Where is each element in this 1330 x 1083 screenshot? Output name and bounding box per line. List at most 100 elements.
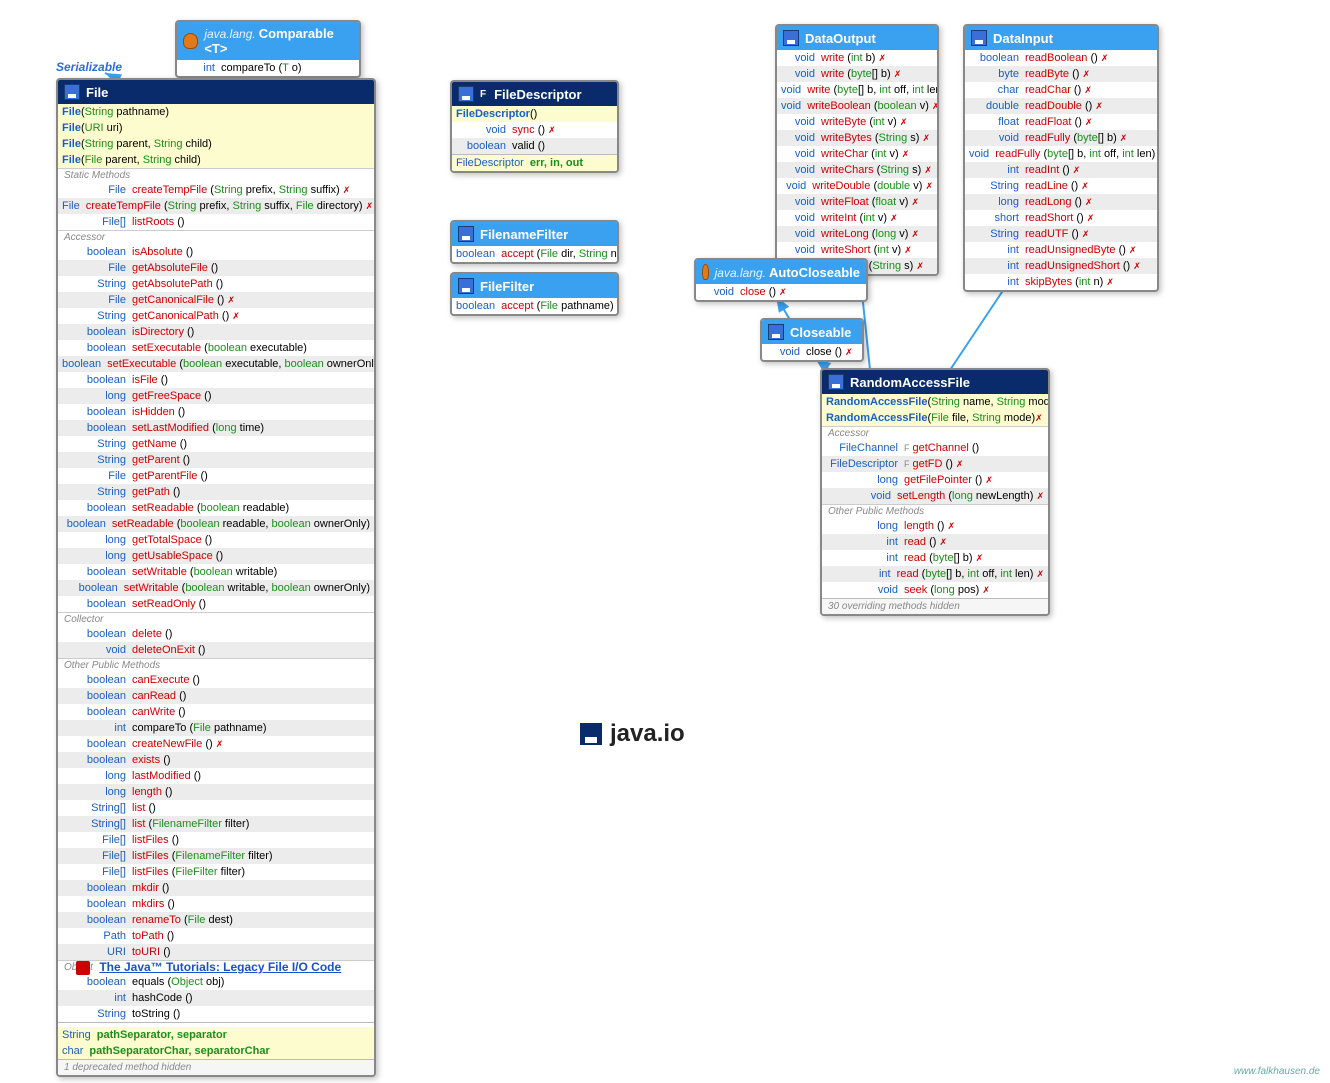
disk-icon	[828, 374, 844, 390]
method-row: voidwrite (byte[] b, int off, int len) ✗	[777, 82, 937, 98]
constructor-row: File (File parent, String child)	[58, 152, 374, 168]
method-row: longgetUsableSpace ()	[58, 548, 374, 564]
method-row: inthashCode ()	[58, 990, 374, 1006]
method-row: voidwriteShort (int v) ✗	[777, 242, 937, 258]
disk-icon	[768, 324, 784, 340]
constructor-row: RandomAccessFile (File file, String mode…	[822, 410, 1048, 426]
method-row: booleansetWritable (boolean writable)	[58, 564, 374, 580]
constructor-row: FileDescriptor ()	[452, 106, 617, 122]
method-row: intreadUnsignedByte () ✗	[965, 242, 1157, 258]
attribution: www.falkhausen.de	[1234, 1066, 1320, 1077]
method-row: PathtoPath ()	[58, 928, 374, 944]
box-header: File	[58, 80, 374, 104]
method-row: booleansetLastModified (long time)	[58, 420, 374, 436]
method-row: intskipBytes (int n) ✗	[965, 274, 1157, 290]
method-row: StringreadUTF () ✗	[965, 226, 1157, 242]
method-row: File[]listRoots ()	[58, 214, 374, 230]
fields: String pathSeparator, separatorchar path…	[58, 1027, 374, 1059]
method-row: FilecreateTempFile (String prefix, Strin…	[58, 182, 374, 198]
oracle-icon	[76, 961, 90, 975]
method-row: String[]list ()	[58, 800, 374, 816]
method-row: File[]listFiles ()	[58, 832, 374, 848]
method-row: booleansetReadable (boolean readable)	[58, 500, 374, 516]
method-row: String[]list (FilenameFilter filter)	[58, 816, 374, 832]
method-row: voidseek (long pos) ✗	[822, 582, 1048, 598]
method-row: FilegetCanonicalFile () ✗	[58, 292, 374, 308]
method-row: FilecreateTempFile (String prefix, Strin…	[58, 198, 374, 214]
method-row: longgetTotalSpace ()	[58, 532, 374, 548]
method-row: booleanrenameTo (File dest)	[58, 912, 374, 928]
disk-icon	[458, 226, 474, 242]
method-row: booleansetExecutable (boolean executable…	[58, 356, 374, 372]
rows: intcompareTo (T o)	[177, 60, 359, 76]
section-label: Static Methods	[58, 168, 374, 182]
method-row: voidwriteDouble (double v) ✗	[777, 178, 937, 194]
method-row: longgetFilePointer () ✗	[822, 472, 1048, 488]
package-badge: java.io	[580, 720, 685, 748]
section-label: Accessor	[58, 230, 374, 244]
method-row: voidwriteBoolean (boolean v) ✗	[777, 98, 937, 114]
method-row: StringgetName ()	[58, 436, 374, 452]
box-closeable: Closeable voidclose () ✗	[760, 318, 864, 362]
method-row: longgetFreeSpace ()	[58, 388, 374, 404]
method-row: booleancreateNewFile () ✗	[58, 736, 374, 752]
box-filefilter: FileFilter booleanaccept (File pathname)	[450, 272, 619, 316]
method-row: voidwrite (int b) ✗	[777, 50, 937, 66]
box-filedescriptor: F FileDescriptor FileDescriptor () voids…	[450, 80, 619, 173]
constructor-row: File (String parent, String child)	[58, 136, 374, 152]
method-row: longreadLong () ✗	[965, 194, 1157, 210]
method-row: URItoURI ()	[58, 944, 374, 960]
method-row: booleanisHidden ()	[58, 404, 374, 420]
method-row: booleanmkdirs ()	[58, 896, 374, 912]
constructors: File (String pathname)File (URI uri)File…	[58, 104, 374, 168]
section-label: Other Public Methods	[822, 504, 1048, 518]
box-datainput: DataInput booleanreadBoolean () ✗byterea…	[963, 24, 1159, 292]
method-row: StringreadLine () ✗	[965, 178, 1157, 194]
method-row: StringgetCanonicalPath () ✗	[58, 308, 374, 324]
tutorial-link-text[interactable]: The Java™ Tutorials: Legacy File I/O Cod…	[99, 960, 341, 974]
field-row: String pathSeparator, separator	[58, 1027, 374, 1043]
method-row: booleanaccept (File dir, String name)	[452, 246, 617, 262]
method-row: booleanmkdir ()	[58, 880, 374, 896]
method-row: booleandelete ()	[58, 626, 374, 642]
method-row: voiddeleteOnExit ()	[58, 642, 374, 658]
cup-icon	[702, 264, 709, 280]
method-row: bytereadByte () ✗	[965, 66, 1157, 82]
box-file: File File (String pathname)File (URI uri…	[56, 78, 376, 1077]
method-row: voidreadFully (byte[] b, int off, int le…	[965, 146, 1157, 162]
method-row: voidsync () ✗	[452, 122, 617, 138]
method-row: FilegetParentFile ()	[58, 468, 374, 484]
constructor-row: RandomAccessFile (String name, String mo…	[822, 394, 1048, 410]
method-row: booleancanExecute ()	[58, 672, 374, 688]
method-row: longlastModified ()	[58, 768, 374, 784]
method-row: voidwriteInt (int v) ✗	[777, 210, 937, 226]
serializable-label: Serializable	[56, 60, 122, 74]
method-row: voidwriteLong (long v) ✗	[777, 226, 937, 242]
method-row: booleanreadBoolean () ✗	[965, 50, 1157, 66]
method-row: voidclose () ✗	[696, 284, 866, 300]
method-row: booleansetExecutable (boolean executable…	[58, 340, 374, 356]
method-row: voidwriteChars (String s) ✗	[777, 162, 937, 178]
method-row: intread (byte[] b, int off, int len) ✗	[822, 566, 1048, 582]
method-row: shortreadShort () ✗	[965, 210, 1157, 226]
method-row: voidwriteBytes (String s) ✗	[777, 130, 937, 146]
method-row: booleancanRead ()	[58, 688, 374, 704]
method-row: voidclose () ✗	[762, 344, 862, 360]
method-row: longlength () ✗	[822, 518, 1048, 534]
method-row: charreadChar () ✗	[965, 82, 1157, 98]
box-comparable: java.lang.Comparable <T> intcompareTo (T…	[175, 20, 361, 78]
method-row: FileDescriptorFgetFD () ✗	[822, 456, 1048, 472]
method-row: doublereadDouble () ✗	[965, 98, 1157, 114]
method-row: booleanaccept (File pathname)	[452, 298, 617, 314]
method-row: booleanexists ()	[58, 752, 374, 768]
box-header: F FileDescriptor	[452, 82, 617, 106]
method-row: voidwriteChar (int v) ✗	[777, 146, 937, 162]
tutorial-link[interactable]: The Java™ Tutorials: Legacy File I/O Cod…	[76, 960, 341, 975]
method-row: floatreadFloat () ✗	[965, 114, 1157, 130]
method-row: intread (byte[] b) ✗	[822, 550, 1048, 566]
method-row: booleansetWritable (boolean writable, bo…	[58, 580, 374, 596]
method-row: StringgetPath ()	[58, 484, 374, 500]
constructor-row: File (String pathname)	[58, 104, 374, 120]
file-sections: Static MethodsFilecreateTempFile (String…	[58, 168, 374, 1022]
method-row: FilegetAbsoluteFile ()	[58, 260, 374, 276]
